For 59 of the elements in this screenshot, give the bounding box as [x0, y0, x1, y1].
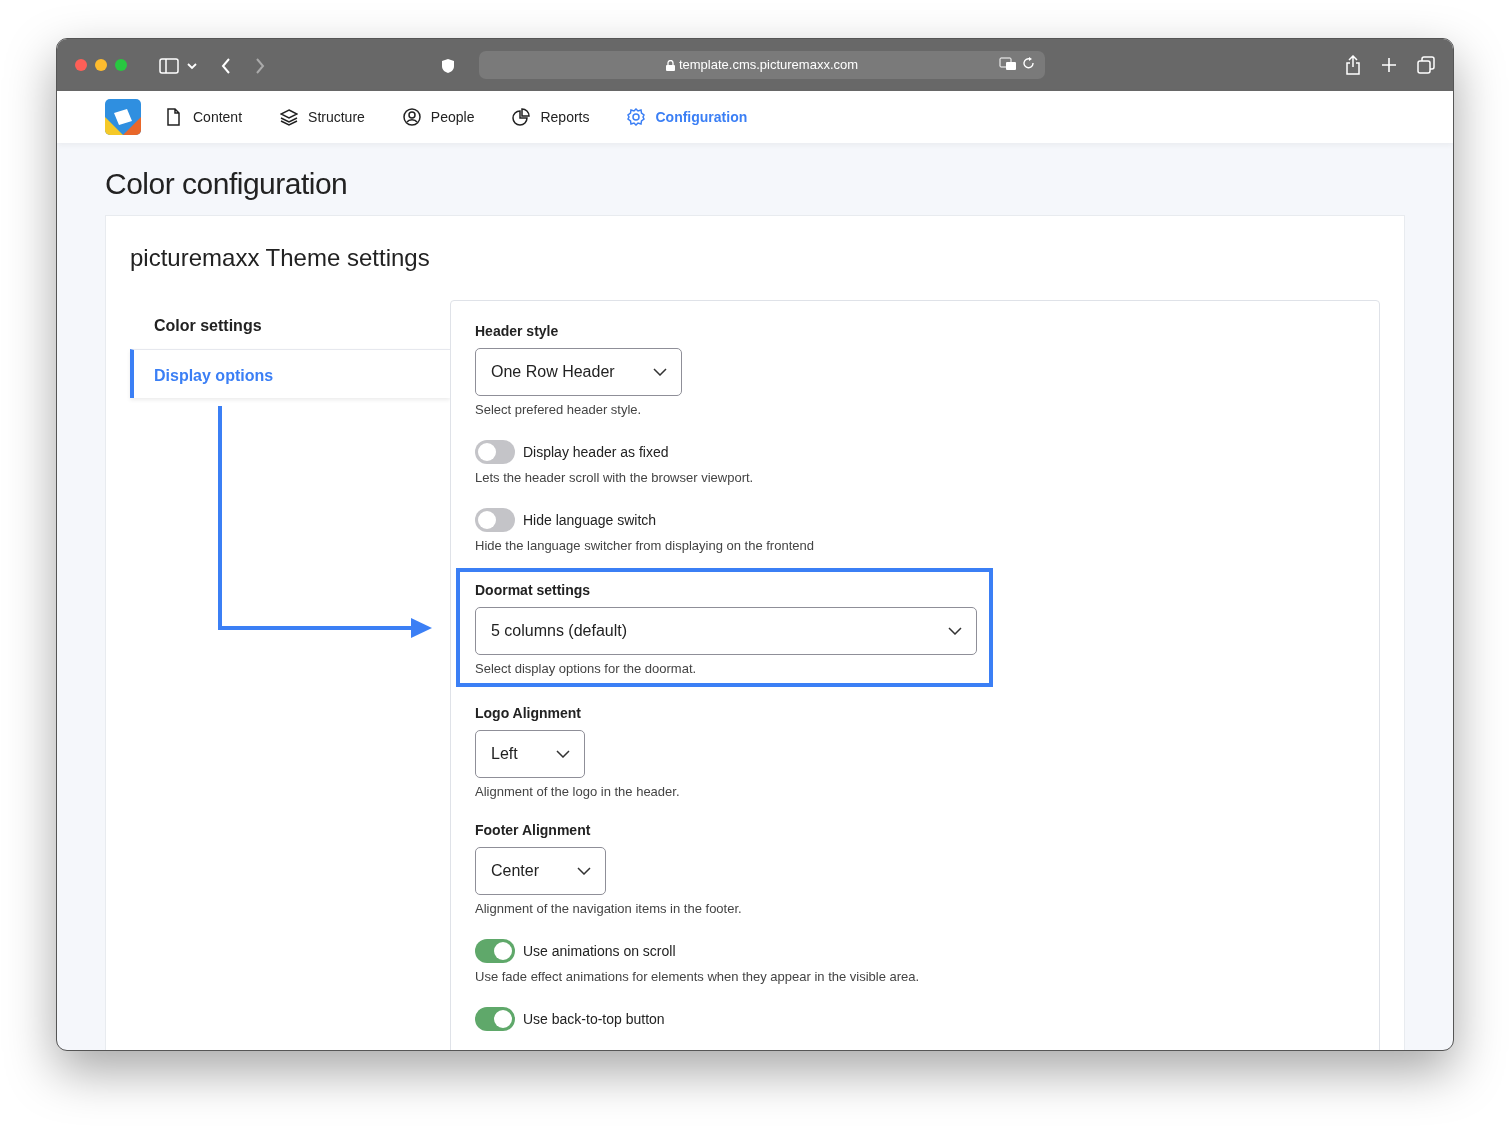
nav-link[interactable]: Configuration: [627, 106, 748, 128]
select-field[interactable]: 5 columns (default): [475, 607, 977, 655]
close-icon[interactable]: [75, 59, 87, 71]
toggle-label: Display header as fixed: [523, 443, 669, 461]
nav-link[interactable]: Content: [165, 106, 243, 128]
select-field[interactable]: Center: [475, 847, 607, 895]
url-text: template.cms.picturemaxx.com: [678, 56, 859, 75]
tab[interactable]: Display options: [130, 349, 450, 398]
help-text: Alignment of the logo in the header.: [475, 784, 681, 800]
toggle-label: Use animations on scroll: [523, 942, 676, 960]
page-title: Color configuration: [105, 166, 349, 202]
chevron-down-icon: [652, 368, 667, 376]
sidebar-icon[interactable]: [159, 57, 179, 74]
pie-chart-icon: [512, 108, 531, 126]
forward-icon[interactable]: [255, 57, 265, 74]
chevron-down-icon[interactable]: [187, 61, 197, 70]
document-icon: [165, 108, 183, 126]
help-text: Select display options for the doormat.: [475, 661, 698, 677]
lock-icon: [665, 59, 675, 71]
logo-icon[interactable]: [105, 99, 141, 135]
help-text: Use fade effect animations for elements when they appear in the visible area.: [475, 969, 921, 985]
tab[interactable]: Color settings: [130, 300, 450, 349]
toggle-switch[interactable]: [475, 939, 515, 963]
tabs-icon[interactable]: [1417, 56, 1435, 74]
layers-icon: [280, 108, 299, 126]
chevron-down-icon: [577, 867, 592, 875]
gear-icon: [627, 108, 646, 126]
card-title: picturemaxx Theme settings: [130, 243, 431, 273]
toggle-label: Hide language switch: [523, 511, 657, 529]
chevron-down-icon: [948, 627, 962, 635]
chevron-down-icon: [555, 750, 570, 758]
minimize-icon[interactable]: [95, 59, 107, 71]
help-text: Alignment of the navigation items in the footer.: [475, 901, 743, 917]
plus-icon[interactable]: [1381, 57, 1397, 73]
arrow-icon: [218, 406, 433, 638]
field-label: Logo Alignment: [475, 705, 583, 722]
help-text: Select prefered header style.: [475, 402, 643, 418]
toggle-switch[interactable]: [475, 440, 515, 464]
maximize-icon[interactable]: [115, 59, 127, 71]
nav-link[interactable]: Structure: [280, 106, 365, 128]
nav-link[interactable]: Reports: [512, 106, 590, 128]
toggle-switch[interactable]: [475, 1007, 515, 1031]
help-text: Hide the language switcher from displaying on the frontend: [475, 538, 815, 554]
field-label: Header style: [475, 323, 560, 340]
toggle-label: Use back-to-top button: [523, 1010, 665, 1028]
toggle-switch[interactable]: [475, 508, 515, 532]
back-icon[interactable]: [221, 57, 231, 74]
reload-icon[interactable]: [1023, 57, 1035, 70]
translate-icon[interactable]: [999, 57, 1017, 71]
user-icon: [402, 108, 421, 126]
address-bar[interactable]: template.cms.picturemaxx.com: [479, 51, 1045, 79]
share-icon[interactable]: [1345, 55, 1361, 75]
nav-link[interactable]: People: [402, 106, 475, 128]
help-text: Lets the header scroll with the browser viewport.: [475, 470, 755, 486]
shield-icon: [441, 57, 455, 74]
field-label: Footer Alignment: [475, 822, 592, 839]
select-field[interactable]: One Row Header: [475, 348, 682, 396]
select-field[interactable]: Left: [475, 730, 585, 778]
field-label: Doormat settings: [475, 582, 592, 599]
